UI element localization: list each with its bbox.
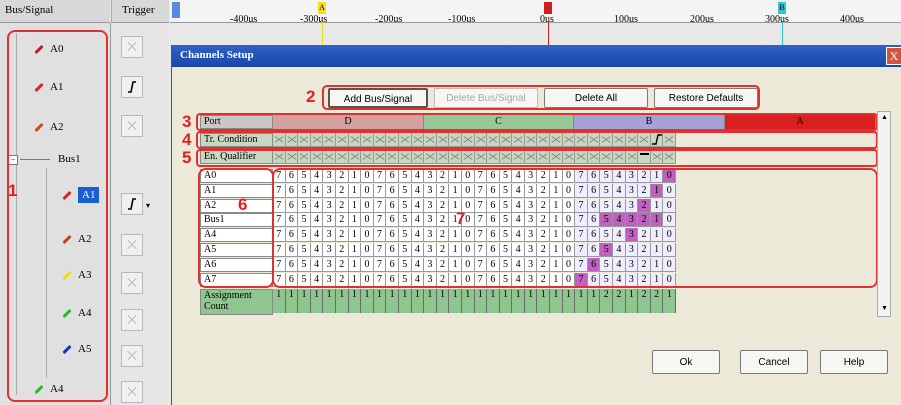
trigger-box-a1[interactable]	[121, 76, 143, 98]
dialog-title: Channels Setup	[180, 49, 254, 61]
assignment-count-cell: 1	[323, 289, 336, 313]
tick-label: 300us	[765, 14, 789, 25]
marker-b[interactable]: B	[778, 2, 786, 14]
trigger-column: ▾	[111, 23, 168, 405]
ok-button[interactable]: Ok	[652, 350, 720, 374]
assignment-count-cell: 1	[424, 289, 437, 313]
trigger-box-a0[interactable]	[121, 36, 143, 58]
annotation-box-7	[272, 168, 878, 288]
tick-label: 100us	[614, 14, 638, 25]
close-icon[interactable]: X	[886, 47, 901, 65]
rising-edge-icon	[128, 81, 136, 93]
annotation-number-6: 6	[238, 195, 248, 214]
annotation-number-2: 2	[306, 87, 316, 106]
scroll-down-icon[interactable]: ▼	[881, 304, 888, 312]
annotation-number-1: 1	[8, 181, 18, 200]
trigger-box-a5[interactable]	[121, 345, 143, 367]
assignment-count-cell: 1	[537, 289, 551, 313]
assignment-count-cell: 1	[474, 289, 488, 313]
trigger-box-a1-bus[interactable]	[121, 193, 143, 215]
annotation-number-7: 7	[456, 209, 466, 228]
annotation-number-4: 4	[182, 130, 192, 149]
tick-label: -200us	[375, 14, 403, 25]
assignment-count-cell: 1	[398, 289, 412, 313]
delete-all-button[interactable]: Delete All	[544, 88, 648, 108]
assignment-count-cell: 2	[613, 289, 626, 313]
timeline-scroll-handle[interactable]	[172, 2, 180, 18]
trigger-header-label: Trigger	[122, 4, 155, 16]
assignment-count-cell: 1	[512, 289, 525, 313]
dialog-title-bar[interactable]: Channels Setup X	[172, 45, 901, 67]
trigger-box-a2[interactable]	[121, 115, 143, 137]
rising-edge-icon	[128, 198, 136, 210]
assignment-count-cell: 1	[411, 289, 425, 313]
marker-a[interactable]: A	[318, 2, 326, 14]
assignment-count-cell: 1	[550, 289, 563, 313]
channels-setup-dialog: Channels Setup X 2 Add Bus/Signal Delete…	[171, 45, 901, 405]
trigger-box-a2-bus[interactable]	[121, 234, 143, 256]
cursor-line-trigger	[548, 22, 549, 45]
scroll-up-icon[interactable]: ▲	[881, 113, 888, 121]
assignment-row: Assignment Count 11111111111111111111111…	[200, 289, 676, 315]
assignment-count-cell: 1	[298, 289, 311, 313]
assignment-count-cell: 2	[600, 289, 614, 313]
help-button[interactable]: Help	[820, 350, 888, 374]
assignment-count-cell: 1	[625, 289, 639, 313]
assignment-count-cell: 2	[650, 289, 664, 313]
trigger-box-a4[interactable]	[121, 309, 143, 331]
restore-defaults-button[interactable]: Restore Defaults	[654, 88, 758, 108]
marker-trigger[interactable]: T	[544, 2, 552, 14]
assignment-count-cell: 1	[663, 289, 676, 313]
tick-label: 200us	[690, 14, 714, 25]
assignment-count-cell: 1	[499, 289, 513, 313]
assignment-count-cells: 11111111111111111111111111221221	[273, 289, 676, 315]
assignment-count-cell: 1	[575, 289, 588, 313]
trigger-box-a3[interactable]	[121, 272, 143, 294]
add-bus-signal-button[interactable]: Add Bus/Signal	[328, 88, 428, 108]
assignment-count-cell: 1	[436, 289, 450, 313]
dropdown-arrow-icon[interactable]: ▾	[146, 201, 150, 210]
assignment-count-cell: 1	[562, 289, 576, 313]
assignment-count-cell: 2	[638, 289, 651, 313]
annotation-box-1	[7, 30, 108, 402]
annotation-box-5	[196, 149, 878, 167]
assignment-count-cell: 1	[449, 289, 462, 313]
trigger-header: Trigger	[111, 0, 169, 23]
assignment-count-cell: 1	[361, 289, 374, 313]
bus-signal-header-label: Bus/Signal	[5, 4, 54, 16]
assignment-count-cell: 1	[310, 289, 324, 313]
assignment-count-label: Assignment Count	[200, 289, 273, 315]
assignment-count-cell: 1	[273, 289, 286, 313]
cursor-line-b	[782, 22, 783, 45]
tick-label: -100us	[448, 14, 476, 25]
bus-signal-header: Bus/Signal	[0, 0, 110, 23]
tick-label: 400us	[840, 14, 864, 25]
assignment-count-cell: 1	[524, 289, 538, 313]
assignment-count-cell: 1	[386, 289, 399, 313]
annotation-number-5: 5	[182, 148, 192, 167]
trigger-box-a4-bottom[interactable]	[121, 381, 143, 403]
assignment-count-cell: 1	[373, 289, 387, 313]
vertical-scrollbar[interactable]: ▲ ▼	[877, 111, 891, 317]
cancel-button[interactable]: Cancel	[740, 350, 808, 374]
annotation-box-3	[196, 113, 878, 131]
annotation-box-4	[196, 131, 878, 149]
assignment-count-cell: 1	[587, 289, 601, 313]
tick-label: 0us	[540, 14, 554, 25]
assignment-count-cell: 1	[285, 289, 299, 313]
cursor-line-a	[322, 22, 323, 45]
assignment-count-cell: 1	[348, 289, 362, 313]
annotation-number-3: 3	[182, 112, 192, 131]
timeline-ruler[interactable]: -400us -300us -200us -100us 0us 100us 20…	[170, 0, 901, 25]
signal-list: A0 A1 A2 − Bus1 A1 A2 A3 A4 A5 A4 1	[0, 23, 111, 405]
assignment-count-cell: 1	[335, 289, 349, 313]
delete-bus-signal-button[interactable]: Delete Bus/Signal	[434, 88, 538, 108]
annotation-box-6	[198, 168, 274, 288]
assignment-count-cell: 1	[461, 289, 475, 313]
assignment-count-cell: 1	[487, 289, 500, 313]
tick-label: -400us	[230, 14, 258, 25]
tick-label: -300us	[300, 14, 328, 25]
